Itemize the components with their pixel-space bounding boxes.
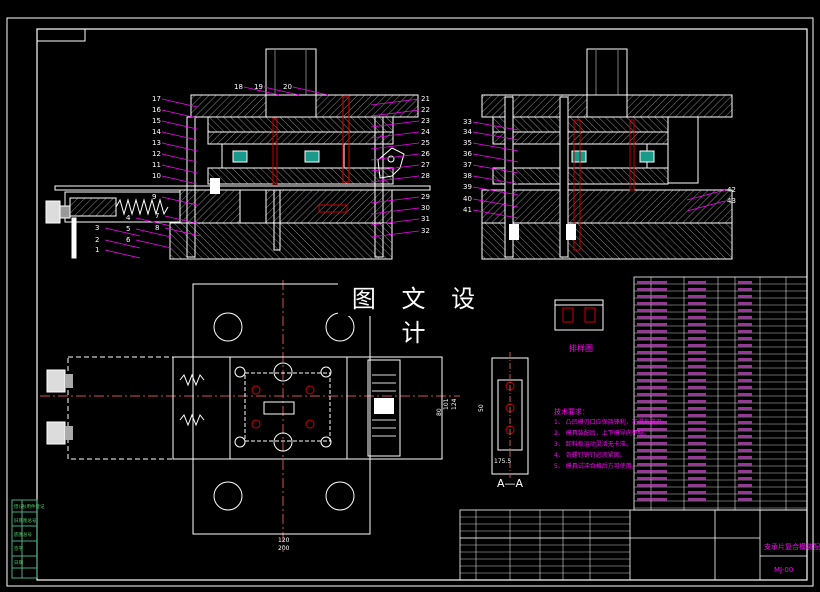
part-number-label: 30	[421, 204, 430, 212]
part-number-label: 32	[421, 227, 430, 235]
part-number-label: 25	[421, 139, 430, 147]
side-registration-box	[11, 499, 38, 579]
tech-req-line: 5、 模具试冲合格后方可使用。	[554, 462, 638, 470]
part-number-label: 10	[152, 172, 161, 180]
part-number-label: 13	[152, 139, 161, 147]
part-number-label: 35	[463, 139, 472, 147]
dimension-value: 101	[443, 398, 450, 410]
part-number-label: 22	[421, 106, 430, 114]
part-number-label: 27	[421, 161, 430, 169]
part-number-label: 3	[95, 224, 99, 232]
part-number-label: 23	[421, 117, 430, 125]
section-a-a-label: A—A	[497, 477, 524, 490]
part-number-label: 40	[463, 195, 472, 203]
part-number-label: 2	[95, 236, 99, 244]
part-number-label: 31	[421, 215, 430, 223]
tech-req-line: 3、 卸料板运动灵活无卡滞。	[554, 440, 632, 448]
part-number-label: 28	[421, 172, 430, 180]
side-section-view	[481, 48, 733, 260]
tech-req-line: 1、 凸凹模刃口应保持锋利，不得有崩刃。	[554, 418, 668, 426]
part-number-label: 19	[254, 83, 263, 91]
part-number-label: 21	[421, 95, 430, 103]
dimension-value: 50	[478, 404, 485, 412]
part-number-label: 16	[152, 106, 161, 114]
part-number-label: 34	[463, 128, 472, 136]
part-number-label: 36	[463, 150, 472, 158]
dimension-value: 175.5	[494, 458, 511, 465]
side-label: 日期	[14, 560, 23, 566]
dimension-value: 200	[278, 545, 290, 552]
part-number-label: 6	[126, 236, 131, 244]
part-number-label: 1	[95, 246, 99, 254]
part-number-label: 43	[727, 197, 736, 205]
part-number-label: 5	[126, 225, 130, 233]
title-block-grid	[460, 510, 630, 580]
dimension-value: 80	[436, 408, 443, 416]
part-number-label: 39	[463, 183, 472, 191]
part-number-label: 17	[152, 95, 161, 103]
part-number-label: 15	[152, 117, 161, 125]
part-number-label: 12	[152, 150, 161, 158]
part-number-label: 11	[152, 161, 161, 169]
part-number-label: 33	[463, 118, 472, 126]
dimension-value: 124	[451, 398, 458, 410]
strip-layout-label: 排样图	[569, 343, 593, 353]
side-label: 旧底图总号	[14, 517, 37, 524]
part-number-label: 29	[421, 193, 430, 201]
watermark-text: 图 文 设 计	[338, 282, 498, 347]
part-number-label: 42	[727, 186, 736, 194]
part-number-label: 26	[421, 150, 430, 158]
tech-req-line: 2、 模具装配后，上下模导向平稳。	[554, 429, 650, 437]
side-label: 借(通)用件登记	[14, 503, 45, 510]
part-number-label: 20	[283, 83, 292, 91]
part-number-label: 37	[463, 161, 472, 169]
part-number-label: 8	[155, 224, 159, 232]
plan-view	[40, 280, 460, 552]
drawing-number: MJ-00	[774, 566, 793, 574]
part-number-label: 14	[152, 128, 161, 136]
side-label: 签字	[14, 545, 23, 552]
strip-layout-view	[554, 299, 604, 331]
part-number-label: 18	[234, 83, 243, 91]
dimension-value: 120	[278, 537, 290, 544]
part-number-label: 38	[463, 172, 472, 180]
part-number-label: 9	[152, 193, 156, 201]
part-number-label: 41	[463, 206, 472, 214]
tech-req-line: 4、 各螺钉销钉必须紧固。	[554, 451, 626, 459]
drawing-title: 支承片复合模装配图	[764, 542, 820, 551]
parts-list-table	[633, 276, 808, 511]
tech-req-title: 技术要求：	[554, 407, 589, 416]
part-number-label: 7	[155, 212, 159, 220]
part-number-label: 24	[421, 128, 430, 136]
front-section-view	[45, 48, 431, 260]
side-label: 底图总号	[14, 531, 32, 538]
part-number-label: 4	[126, 214, 131, 222]
